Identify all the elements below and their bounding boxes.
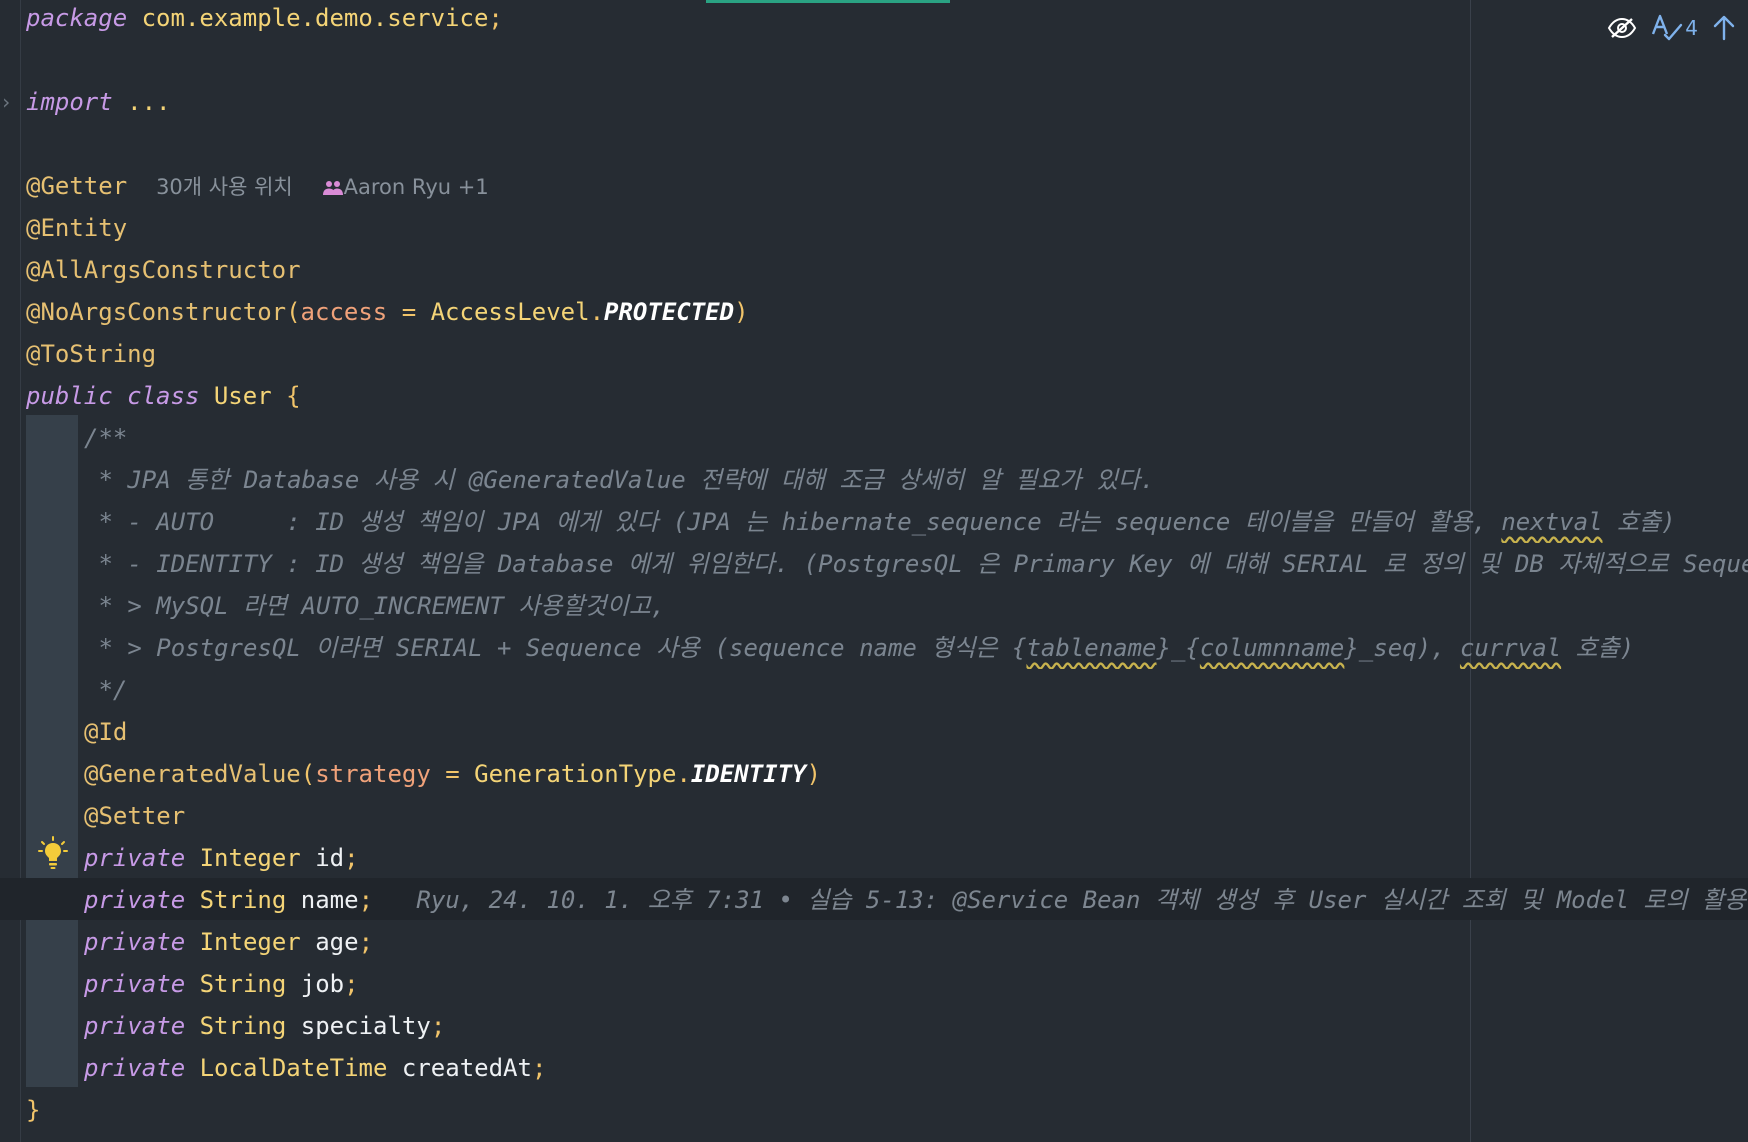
code-line-field-age[interactable]: private Integer age; bbox=[84, 921, 1748, 963]
indent-guide-block bbox=[26, 415, 78, 1087]
code-line-id[interactable]: @Id bbox=[84, 711, 1748, 753]
lightbulb-icon[interactable] bbox=[38, 836, 68, 870]
code-line-no-args[interactable]: @NoArgsConstructor(access = AccessLevel.… bbox=[26, 291, 1748, 333]
code-line-entity[interactable]: @Entity bbox=[26, 207, 1748, 249]
code-line-all-args[interactable]: @AllArgsConstructor bbox=[26, 249, 1748, 291]
code-line-field-created-at[interactable]: private LocalDateTime createdAt; bbox=[84, 1047, 1748, 1089]
code-line-generated-value[interactable]: @GeneratedValue(strategy = GenerationTyp… bbox=[84, 753, 1748, 795]
code-line-class-end[interactable]: } bbox=[26, 1089, 1748, 1131]
code-line-field-id[interactable]: private Integer id; bbox=[84, 837, 1748, 879]
code-line-field-name[interactable]: private String name; Ryu, 24. 10. 1. 오후 … bbox=[84, 879, 1748, 921]
gutter-divider bbox=[20, 0, 21, 1142]
code-line-class-decl[interactable]: public class User { bbox=[26, 375, 1748, 417]
code-editor[interactable]: › 4 package com.example.demo.service; im… bbox=[0, 0, 1748, 1142]
code-line-package[interactable]: package com.example.demo.service; bbox=[26, 0, 1748, 39]
authors-inlay-hint[interactable]: Aaron Ryu +1 bbox=[322, 175, 489, 199]
code-line-comment-5[interactable]: * > PostgresQL 이라면 SERIAL + Sequence 사용 … bbox=[84, 627, 1748, 669]
code-line-comment-3[interactable]: * - IDENTITY : ID 생성 책임을 Database 에게 위임한… bbox=[84, 543, 1748, 585]
code-line-comment-1[interactable]: * JPA 통한 Database 사용 시 @GeneratedValue 전… bbox=[84, 459, 1748, 501]
code-line-comment-start[interactable]: /** bbox=[84, 417, 1748, 459]
usages-inlay-hint[interactable]: 30개 사용 위치 bbox=[156, 175, 293, 199]
code-line-comment-end[interactable]: */ bbox=[84, 669, 1748, 711]
code-line-getter[interactable]: @Getter 30개 사용 위치 Aaron Ryu +1 bbox=[26, 165, 1748, 207]
code-line-field-job[interactable]: private String job; bbox=[84, 963, 1748, 1005]
code-line-to-string[interactable]: @ToString bbox=[26, 333, 1748, 375]
code-line-comment-4[interactable]: * > MySQL 라면 AUTO_INCREMENT 사용할것이고, bbox=[84, 585, 1748, 627]
code-line-comment-2[interactable]: * - AUTO : ID 생성 책임이 JPA 에게 있다 (JPA 는 hi… bbox=[84, 501, 1748, 543]
chevron-right-icon[interactable]: › bbox=[0, 90, 14, 114]
git-blame-annotation[interactable]: Ryu, 24. 10. 1. 오후 7:31 • 실습 5-13: @Serv… bbox=[416, 886, 1746, 914]
code-line-setter[interactable]: @Setter bbox=[84, 795, 1748, 837]
code-line-field-specialty[interactable]: private String specialty; bbox=[84, 1005, 1748, 1047]
code-line-import[interactable]: import ... bbox=[26, 81, 1748, 123]
people-icon bbox=[322, 181, 343, 195]
